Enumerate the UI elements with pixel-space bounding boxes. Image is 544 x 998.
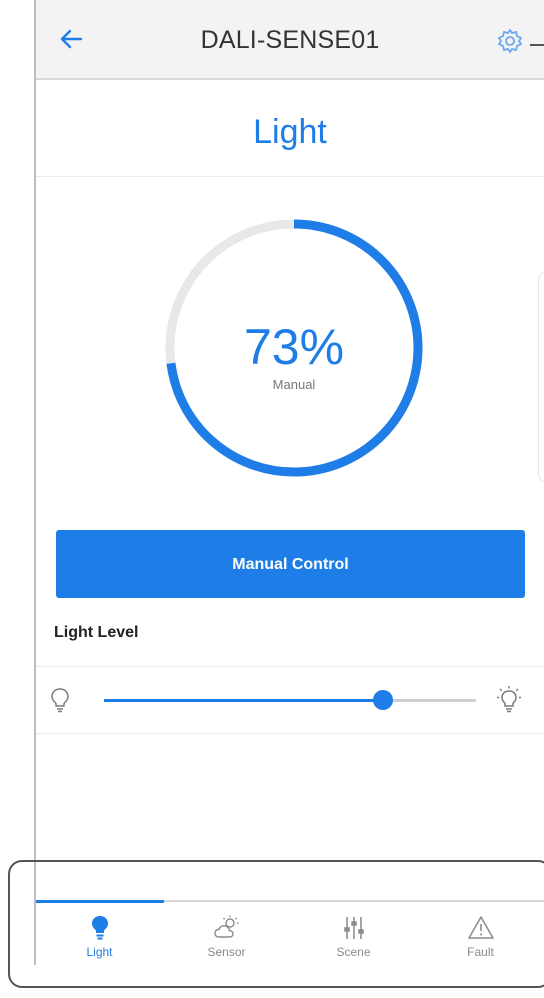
settings-gear-icon[interactable] [496,27,524,55]
tab-sensor[interactable]: Sensor [163,902,290,967]
side-panel-peek [538,270,544,484]
bulb-bright-icon [496,685,522,715]
sliders-icon [340,914,368,942]
page-title: Light [253,113,327,151]
tab-scene[interactable]: Scene [290,902,417,967]
bulb-dim-icon [50,687,70,713]
bulb-icon [86,914,114,942]
slider-thumb[interactable] [373,690,393,710]
app-screen: DALI-SENSE01 Light 73% Manual Manual Con… [36,0,544,967]
light-level-slider-row [36,666,544,734]
app-bar: DALI-SENSE01 [36,0,544,80]
manual-control-button[interactable]: Manual Control [56,530,525,598]
tab-fault[interactable]: Fault [417,902,544,967]
callout-line [530,44,544,46]
light-level-label: Light Level [54,624,139,641]
device-title: DALI-SENSE01 [200,26,380,54]
tab-light-label: Light [86,945,113,959]
page-header: Light [36,80,544,177]
tab-light[interactable]: Light [36,902,163,967]
tab-scene-label: Scene [336,945,371,959]
tab-sensor-label: Sensor [207,945,246,959]
light-level-percent: 73% [243,319,345,375]
warning-icon [467,914,495,942]
tab-fault-label: Fault [467,945,494,959]
slider-track[interactable] [104,699,476,702]
bottom-tab-bar: Light Sensor Scene Fault [36,900,544,967]
weather-icon [213,914,241,942]
control-mode-label: Manual [272,377,316,392]
slider-fill [104,699,383,702]
